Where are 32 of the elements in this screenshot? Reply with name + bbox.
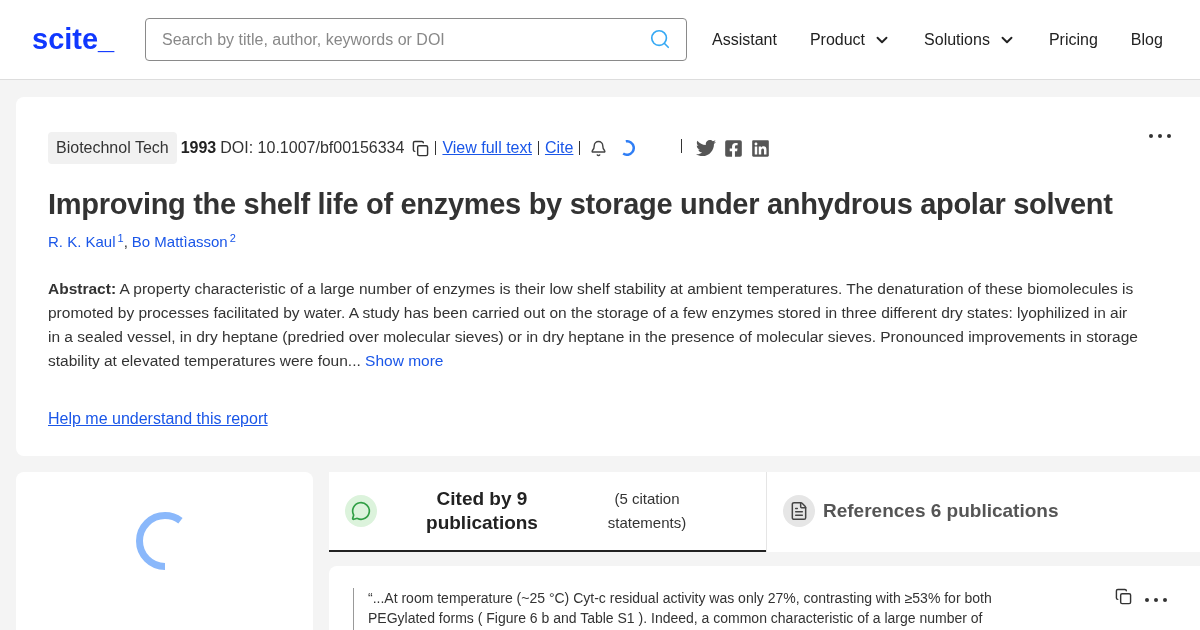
search-field[interactable]: Search by title, author, keywords or DOI xyxy=(145,18,687,61)
paper-title: Improving the shelf life of enzymes by storage under anhydrous apolar solvent xyxy=(48,187,1114,222)
document-icon xyxy=(783,495,815,527)
bell-icon[interactable] xyxy=(590,139,608,157)
help-link[interactable]: Help me understand this report xyxy=(48,406,268,431)
author-link[interactable]: R. K. Kaul$^{1}$, xyxy=(48,231,128,254)
text-link[interactable]: View full text xyxy=(442,136,532,160)
tab[interactable]: Cited by 9 publications (5 citation statements) xyxy=(329,472,766,552)
journal-tag: Biotechnol Tech xyxy=(48,132,177,164)
twitter-icon[interactable] xyxy=(696,138,717,158)
facebook-icon[interactable] xyxy=(724,138,744,158)
nav-menu[interactable]: Solutions xyxy=(924,27,1016,52)
text-link[interactable]: Cite xyxy=(544,136,574,160)
spinner-icon xyxy=(619,140,636,156)
speech-bubble-icon xyxy=(345,495,377,527)
search-icon[interactable] xyxy=(649,28,671,50)
citation-quote: “...At room temperature (~25 °C) Cyt-c residual activity was only 27%, contrasting with ≥53% for both PEGylated forms ( Figure 6 b and Table S1 ). Indeed, a common characteristic of a large number of xyxy=(368,589,993,628)
linkedin-icon[interactable] xyxy=(751,138,771,158)
nav-link[interactable]: Pricing xyxy=(1048,27,1098,52)
publication-year: 1993 xyxy=(180,138,217,158)
nav-link[interactable]: Blog xyxy=(1130,27,1163,52)
copy-icon[interactable] xyxy=(1115,588,1132,605)
show-more-link[interactable]: Show more xyxy=(365,351,444,369)
logo[interactable]: scite_ xyxy=(32,25,145,54)
ellipsis-icon xyxy=(1149,134,1171,138)
ellipsis-icon xyxy=(1145,598,1167,602)
doi-text: DOI: 10.1007/bf00156334 xyxy=(220,138,405,158)
copy-icon[interactable] xyxy=(412,139,430,157)
nav-menu[interactable]: Product xyxy=(809,27,892,52)
author-link[interactable]: Bo Mattìasson$^{2}$ xyxy=(131,231,236,254)
nav-link[interactable]: Assistant xyxy=(712,27,777,52)
abstract-text: Abstract: A property characteristic of a large number of enzymes is their low shelf stability at ambient temperatures. The denaturation of these biomolecules is promoted by processes facilitated by water. A study has been carried out on the storage of a few enzymes stored in three different dry states: lyophilized in air in a sealed vessel, in dry heptane (predried over molecular sieves) or in dry heptane in the presence of molecular sieves. Pronounced improvements in storage stability at elevated temperatures were foun... Show more xyxy=(48,278,1139,371)
